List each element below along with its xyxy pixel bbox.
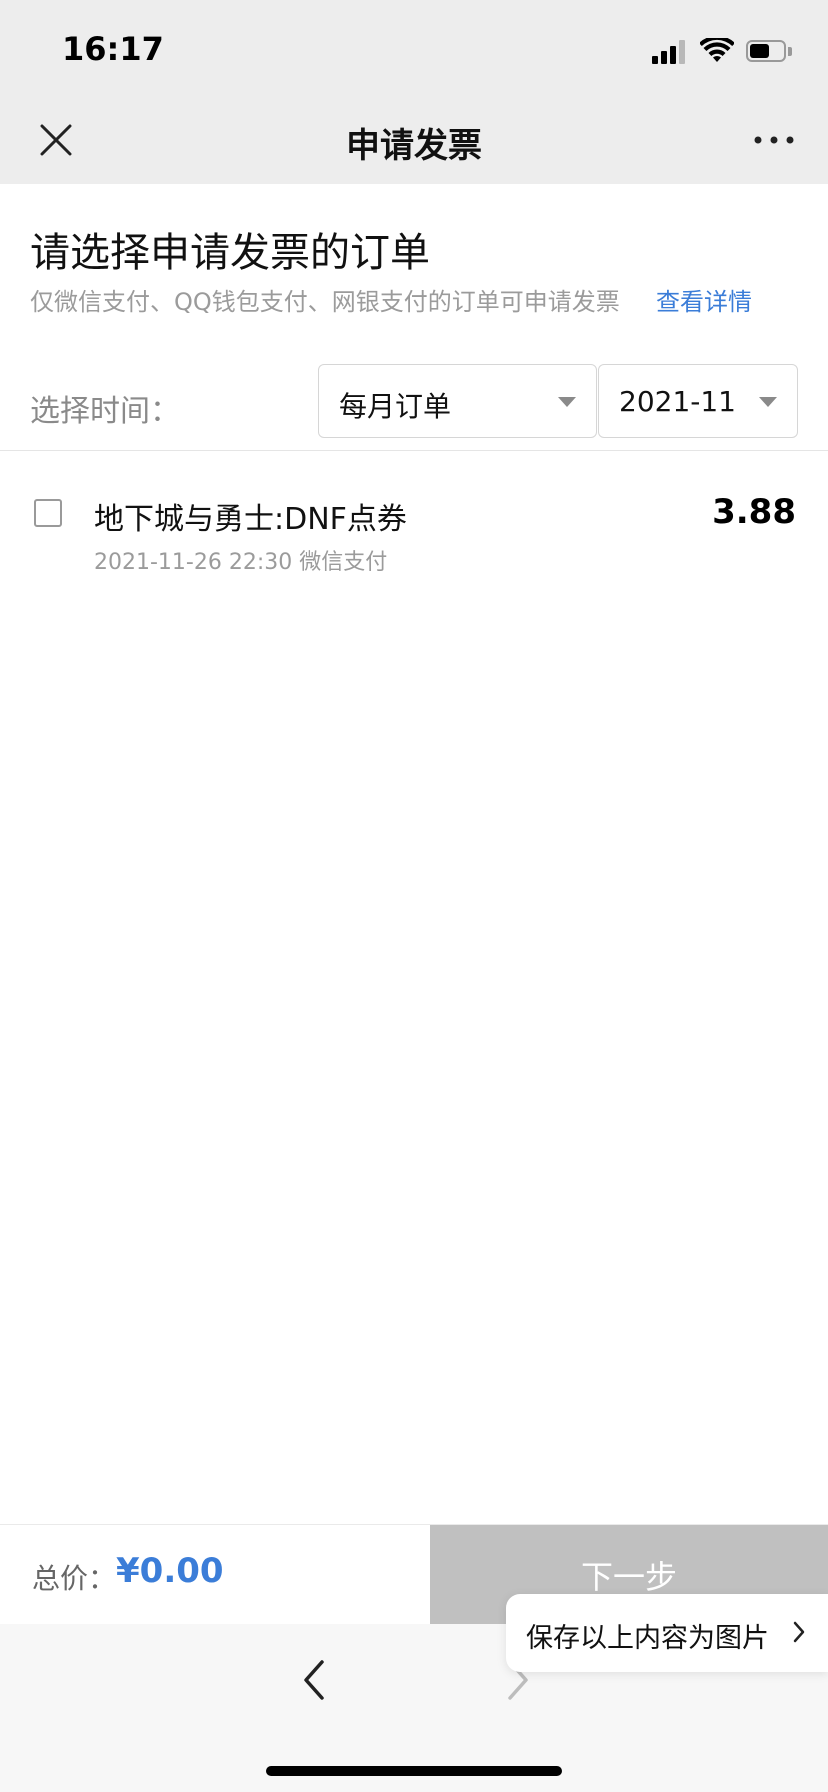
status-time: 16:17: [62, 30, 164, 68]
time-filter-label: 选择时间：: [30, 394, 180, 429]
battery-icon: [746, 40, 792, 64]
save-as-image-tip[interactable]: 保存以上内容为图片: [506, 1594, 828, 1672]
caret-down-icon: [558, 397, 576, 407]
nav-bar: 申请发票: [0, 96, 828, 184]
order-checkbox[interactable]: [34, 499, 62, 527]
period-type-select[interactable]: 每月订单: [318, 364, 597, 438]
cellular-signal-icon: [652, 40, 688, 64]
page-title: 申请发票: [346, 126, 482, 166]
chevron-left-icon[interactable]: [296, 1656, 332, 1704]
order-datetime: 2021-11-26 22:30: [94, 550, 293, 575]
order-payment-method: 微信支付: [299, 550, 388, 575]
status-bar: 16:17: [0, 0, 828, 96]
caret-down-icon: [759, 397, 777, 407]
order-name: 地下城与勇士:DNF点券: [94, 502, 407, 537]
divider: [0, 450, 828, 451]
period-type-value: 每月订单: [339, 390, 452, 423]
home-indicator: [266, 1766, 562, 1776]
order-meta: 2021-11-26 22:30 微信支付: [94, 544, 387, 576]
order-list-item[interactable]: 地下城与勇士:DNF点券 2021-11-26 22:30 微信支付 3.88: [0, 470, 828, 580]
wifi-icon: [700, 38, 734, 62]
view-details-link[interactable]: 查看详情: [656, 282, 752, 317]
invoice-application-page: 16:17 申请发票 请选择申请发票的订单 仅微信支付、QQ钱包支付、网银支付的…: [0, 0, 828, 1792]
month-select[interactable]: 2021-11: [598, 364, 798, 438]
total-value: ¥0.00: [116, 1551, 224, 1591]
more-icon[interactable]: [752, 122, 796, 158]
status-icons: [652, 36, 792, 64]
total-label: 总价：: [32, 1562, 117, 1595]
save-as-image-label: 保存以上内容为图片: [526, 1623, 769, 1654]
section-title: 请选择申请发票的订单: [30, 230, 430, 276]
eligibility-note: 仅微信支付、QQ钱包支付、网银支付的订单可申请发票: [30, 288, 620, 316]
chevron-right-icon: [793, 1621, 805, 1643]
order-amount: 3.88: [712, 492, 796, 532]
month-value: 2021-11: [619, 385, 736, 418]
